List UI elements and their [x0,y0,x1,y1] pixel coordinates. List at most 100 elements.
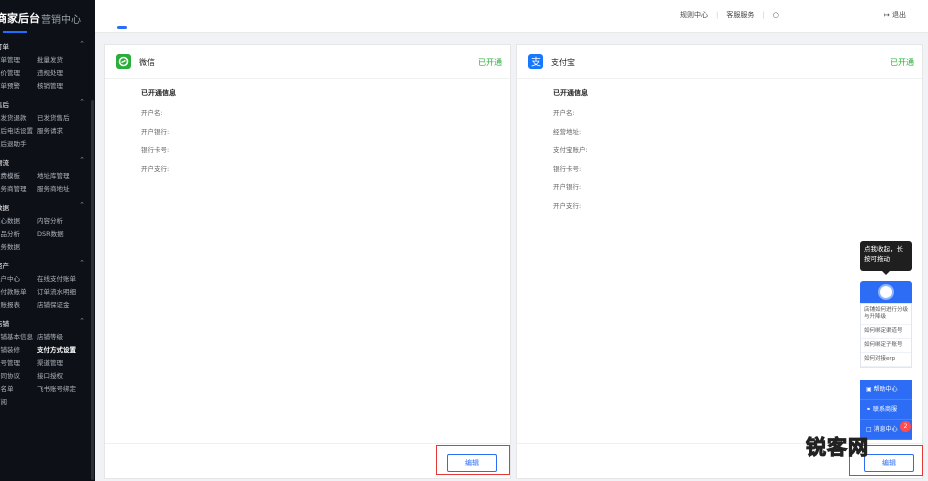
sidebar-row: 核心数据 内容分析 [0,213,95,226]
sidebar-item[interactable]: 运费模板 [0,170,20,180]
tab-indicator [117,26,127,29]
faq-item[interactable]: 如何绑定子账号 [861,339,911,353]
sidebar-row: 待付款账单订单流水明细 [0,284,95,297]
wechat-field-card-number: 银行卡号: [141,146,170,154]
wechat-info: 已开通信息 开户名: 开户银行: 银行卡号: 开户支行: [141,88,176,181]
sidebar-item[interactable]: 飞书账号绑定 [37,383,76,393]
rules-center-link[interactable]: 规则中心 [680,11,708,19]
chevron-up-icon[interactable]: ⌃ [79,259,85,267]
sidebar-item[interactable]: 账户中心 [0,273,20,283]
alipay-field-branch: 开户支行: [553,201,582,210]
sidebar-item[interactable]: 接口授权 [37,370,63,380]
sidebar-section[interactable]: 店铺 ⌃ [0,315,95,329]
sidebar-item[interactable]: 账号管理 [0,357,20,367]
sidebar-scrollbar[interactable] [91,100,94,480]
sidebar-item[interactable]: 地址库管理 [37,170,70,180]
sidebar-section-title: 店铺 [0,320,9,328]
logout-button[interactable]: ↦ 退出 [884,10,906,20]
sidebar-item[interactable]: 订单流水明细 [37,286,76,296]
sidebar-item[interactable]: 店铺保证金 [37,299,70,309]
sidebar-section[interactable]: 售后 ⌃ [0,96,95,110]
alipay-field-account: 支付宝账户: [553,146,588,154]
sidebar-item[interactable]: 合同协议 [0,370,20,380]
help-center-button[interactable]: ▣ 帮助中心 [860,380,912,400]
faq-item[interactable]: 店铺如何进行分级与升降级 [861,304,911,325]
sidebar-row: 对账报表 店铺保证金 [0,297,95,310]
sidebar-item[interactable]: 店铺等级 [37,331,63,341]
wechat-pay-card: 微信 已开通 已开通信息 开户名: 开户银行: 银行卡号: 开户支行: 编辑 [104,44,511,479]
sidebar-item[interactable]: 核心数据 [0,215,20,225]
sidebar-item[interactable]: DSR数据 [37,228,64,238]
sidebar-item[interactable]: 内容分析 [37,215,63,225]
brand-header: 商家后台 营销中心 [0,0,95,35]
sidebar-item[interactable]: 店铺基本信息 [0,331,33,341]
sidebar-section-title: 售后 [0,101,9,109]
sidebar-section-title: 物流 [0,159,9,167]
helper-tooltip[interactable]: 点我收起，长按可拖动 [860,241,912,275]
customer-service-link[interactable]: 客服服务 [726,11,754,19]
sidebar-row: 服务商管理服务商地址 [0,181,95,194]
chevron-up-icon[interactable]: ⌃ [79,201,85,209]
wechat-field-bank: 开户银行: [141,127,170,136]
wechat-name: 微信 [139,58,155,67]
alipay-card-header: 支 支付宝 已开通 [517,45,922,79]
sidebar-item[interactable]: 售后退助手 [0,138,27,148]
sidebar-row: 订单预警 核销管理 [0,78,95,91]
sidebar-item[interactable]: 服务商管理 [0,183,27,193]
wechat-status: 已开通 [478,58,502,67]
sidebar-item[interactable]: 评价管理 [0,67,20,77]
sidebar-item[interactable]: 批量发货 [37,54,63,64]
sidebar-item[interactable]: 售后电话设置 [0,125,33,135]
contact-service-label: 联系商服 [872,406,897,413]
faq-item[interactable]: 如何对接erp [861,353,911,367]
app-title[interactable]: 商家后台 [0,10,40,26]
wechat-icon [116,54,131,69]
sidebar-item[interactable]: 已发货售后 [37,112,70,122]
chevron-up-icon[interactable]: ⌃ [79,40,85,48]
sidebar-item[interactable]: 店铺装修 [0,344,20,354]
logout-icon: ↦ [883,11,890,19]
sidebar-item[interactable]: 订单管理 [0,54,20,64]
sidebar-item[interactable]: 服务数据 [0,241,20,251]
helper-header[interactable] [860,281,912,303]
sidebar-row: 未发货退款已发货售后 [0,110,95,123]
alipay-icon: 支 [528,54,543,69]
sidebar-row: 评价管理 违规处理 [0,65,95,78]
sidebar-item[interactable]: 违规处理 [37,67,63,77]
sidebar-item[interactable]: 订单预警 [0,80,20,90]
alipay-info: 已开通信息 开户名: 经营地址: 支付宝账户: 银行卡号: 开户银行: 开户支行… [553,88,588,218]
marketing-center-link[interactable]: 营销中心 [41,11,81,26]
logout-label: 退出 [892,11,906,19]
help-icon: ▣ [866,386,872,393]
sidebar-item[interactable]: 服务商地址 [37,183,70,193]
chevron-up-icon[interactable]: ⌃ [79,317,85,325]
sidebar-row: 账户中心 在线支付账单 [0,271,95,284]
sidebar-row: 店铺基本信息店铺等级 [0,329,95,342]
sidebar-item[interactable]: 订阅 [0,396,7,406]
contact-service-button[interactable]: ⚭ 联系商服 [860,400,912,420]
sidebar-item[interactable]: 未发货退款 [0,112,27,122]
alipay-status: 已开通 [890,58,914,67]
sidebar-section[interactable]: 物流 ⌃ [0,154,95,168]
chevron-up-icon[interactable]: ⌃ [79,98,85,106]
sidebar-section[interactable]: 资产 ⌃ [0,257,95,271]
sidebar-item[interactable]: 服务请求 [37,125,63,135]
wechat-field-account-name: 开户名: [141,109,163,117]
sidebar-item[interactable]: 对账报表 [0,299,20,309]
sidebar-item[interactable]: 在线支付账单 [37,273,76,283]
headset-icon: ⚭ [866,406,872,413]
sidebar-row: 签名单 飞书账号绑定 [0,381,95,394]
user-icon[interactable]: ○ [773,11,779,19]
faq-item[interactable]: 如何绑定渠道号 [861,325,911,339]
sidebar-item[interactable]: 签名单 [0,383,14,393]
sidebar-section[interactable]: 数据 ⌃ [0,199,95,213]
sidebar-item[interactable]: 待付款账单 [0,286,27,296]
alipay-field-card-number: 银行卡号: [553,164,582,173]
chevron-up-icon[interactable]: ⌃ [79,156,85,164]
sidebar-item[interactable]: 渠道管理 [37,357,63,367]
sidebar-item[interactable]: 商品分析 [0,228,20,238]
sidebar-item[interactable]: 核销管理 [37,80,63,90]
sidebar-item[interactable]: 支付方式设置 [37,344,76,354]
sidebar-section[interactable]: 订单 ⌃ [0,38,95,52]
